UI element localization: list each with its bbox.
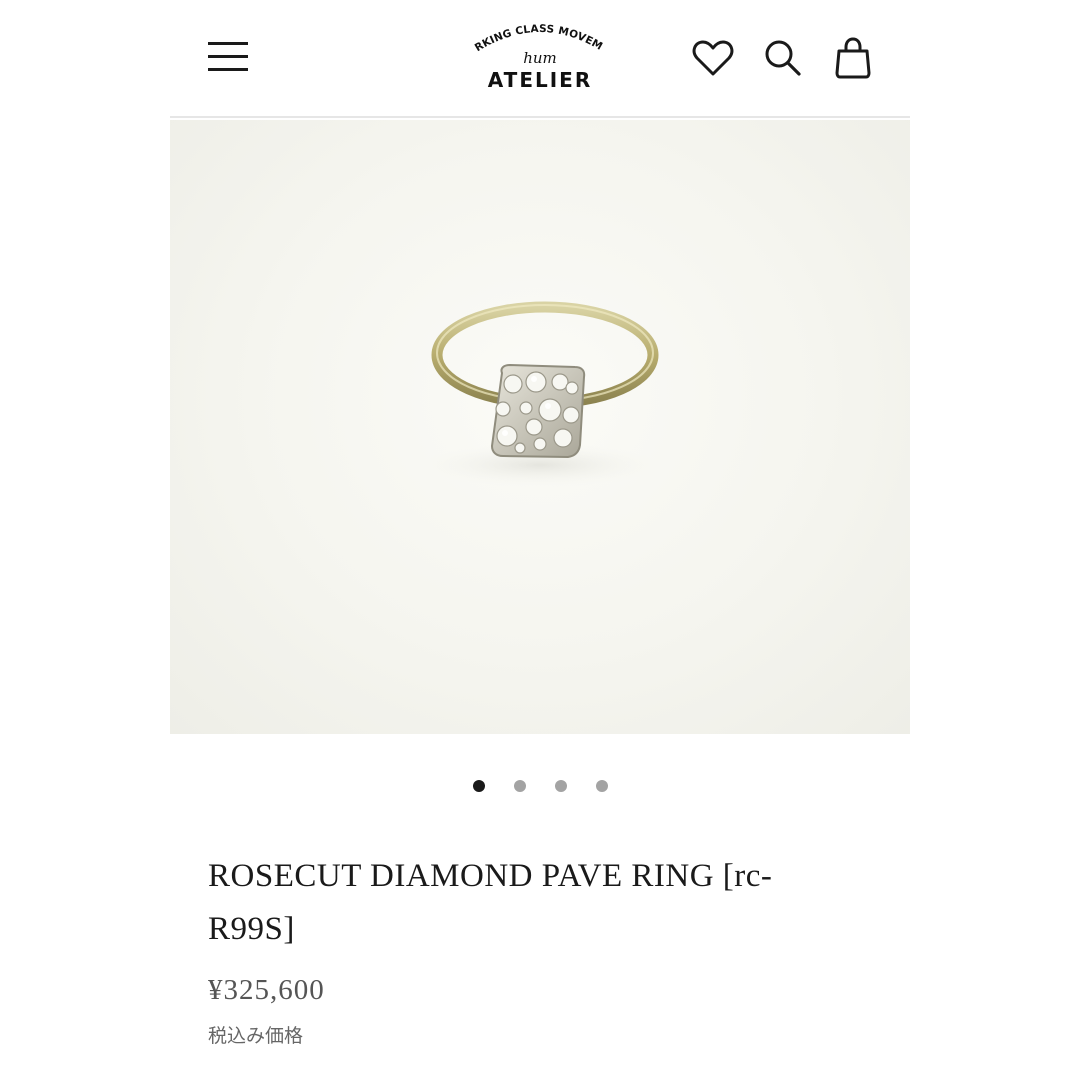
search-icon[interactable] — [762, 37, 804, 79]
logo-main-text: ATELIER — [487, 68, 593, 92]
gallery-pagination — [0, 780, 1080, 792]
heart-icon[interactable] — [692, 37, 734, 79]
shopping-bag-icon[interactable] — [832, 37, 874, 79]
site-header: WORKING CLASS MOVEMENT hum ATELIER — [170, 0, 910, 118]
pagination-dot-1[interactable] — [472, 780, 485, 792]
product-price: ¥325,600 — [208, 974, 325, 1006]
brand-logo[interactable]: WORKING CLASS MOVEMENT hum ATELIER — [465, 18, 615, 102]
pagination-dot-3[interactable] — [554, 780, 567, 792]
pagination-dot-4[interactable] — [595, 780, 608, 792]
product-title: ROSECUT DIAMOND PAVE RING [rc-R99S] — [208, 858, 773, 947]
header-icon-group — [692, 36, 874, 80]
pagination-dot-2[interactable] — [513, 780, 526, 792]
ring-photo[interactable] — [170, 120, 910, 734]
tax-included-note: 税込み価格 — [208, 1025, 304, 1047]
logo-emblem: WORKING CLASS MOVEMENT hum — [465, 18, 604, 67]
ring-illustration — [420, 301, 660, 487]
logo-script-text: hum — [523, 49, 557, 67]
product-page: WORKING CLASS MOVEMENT hum ATELIER — [0, 0, 1080, 1080]
hamburger-menu-icon[interactable] — [206, 38, 250, 74]
